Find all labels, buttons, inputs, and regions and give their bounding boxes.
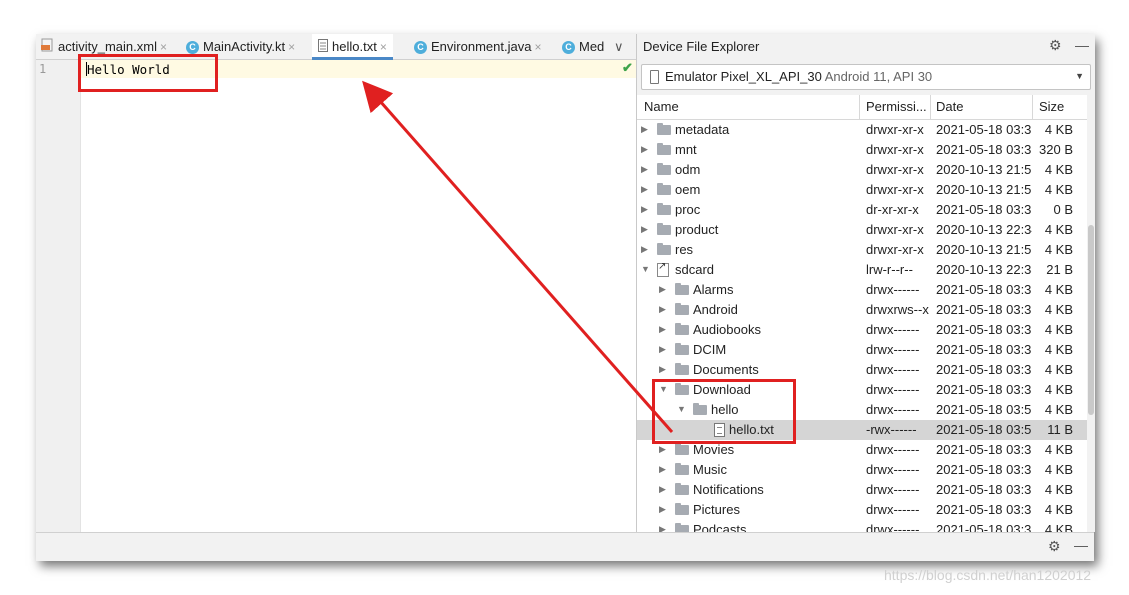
watermark: https://blog.csdn.net/han1202012 bbox=[884, 567, 1092, 583]
annotation-arrow bbox=[362, 80, 674, 433]
